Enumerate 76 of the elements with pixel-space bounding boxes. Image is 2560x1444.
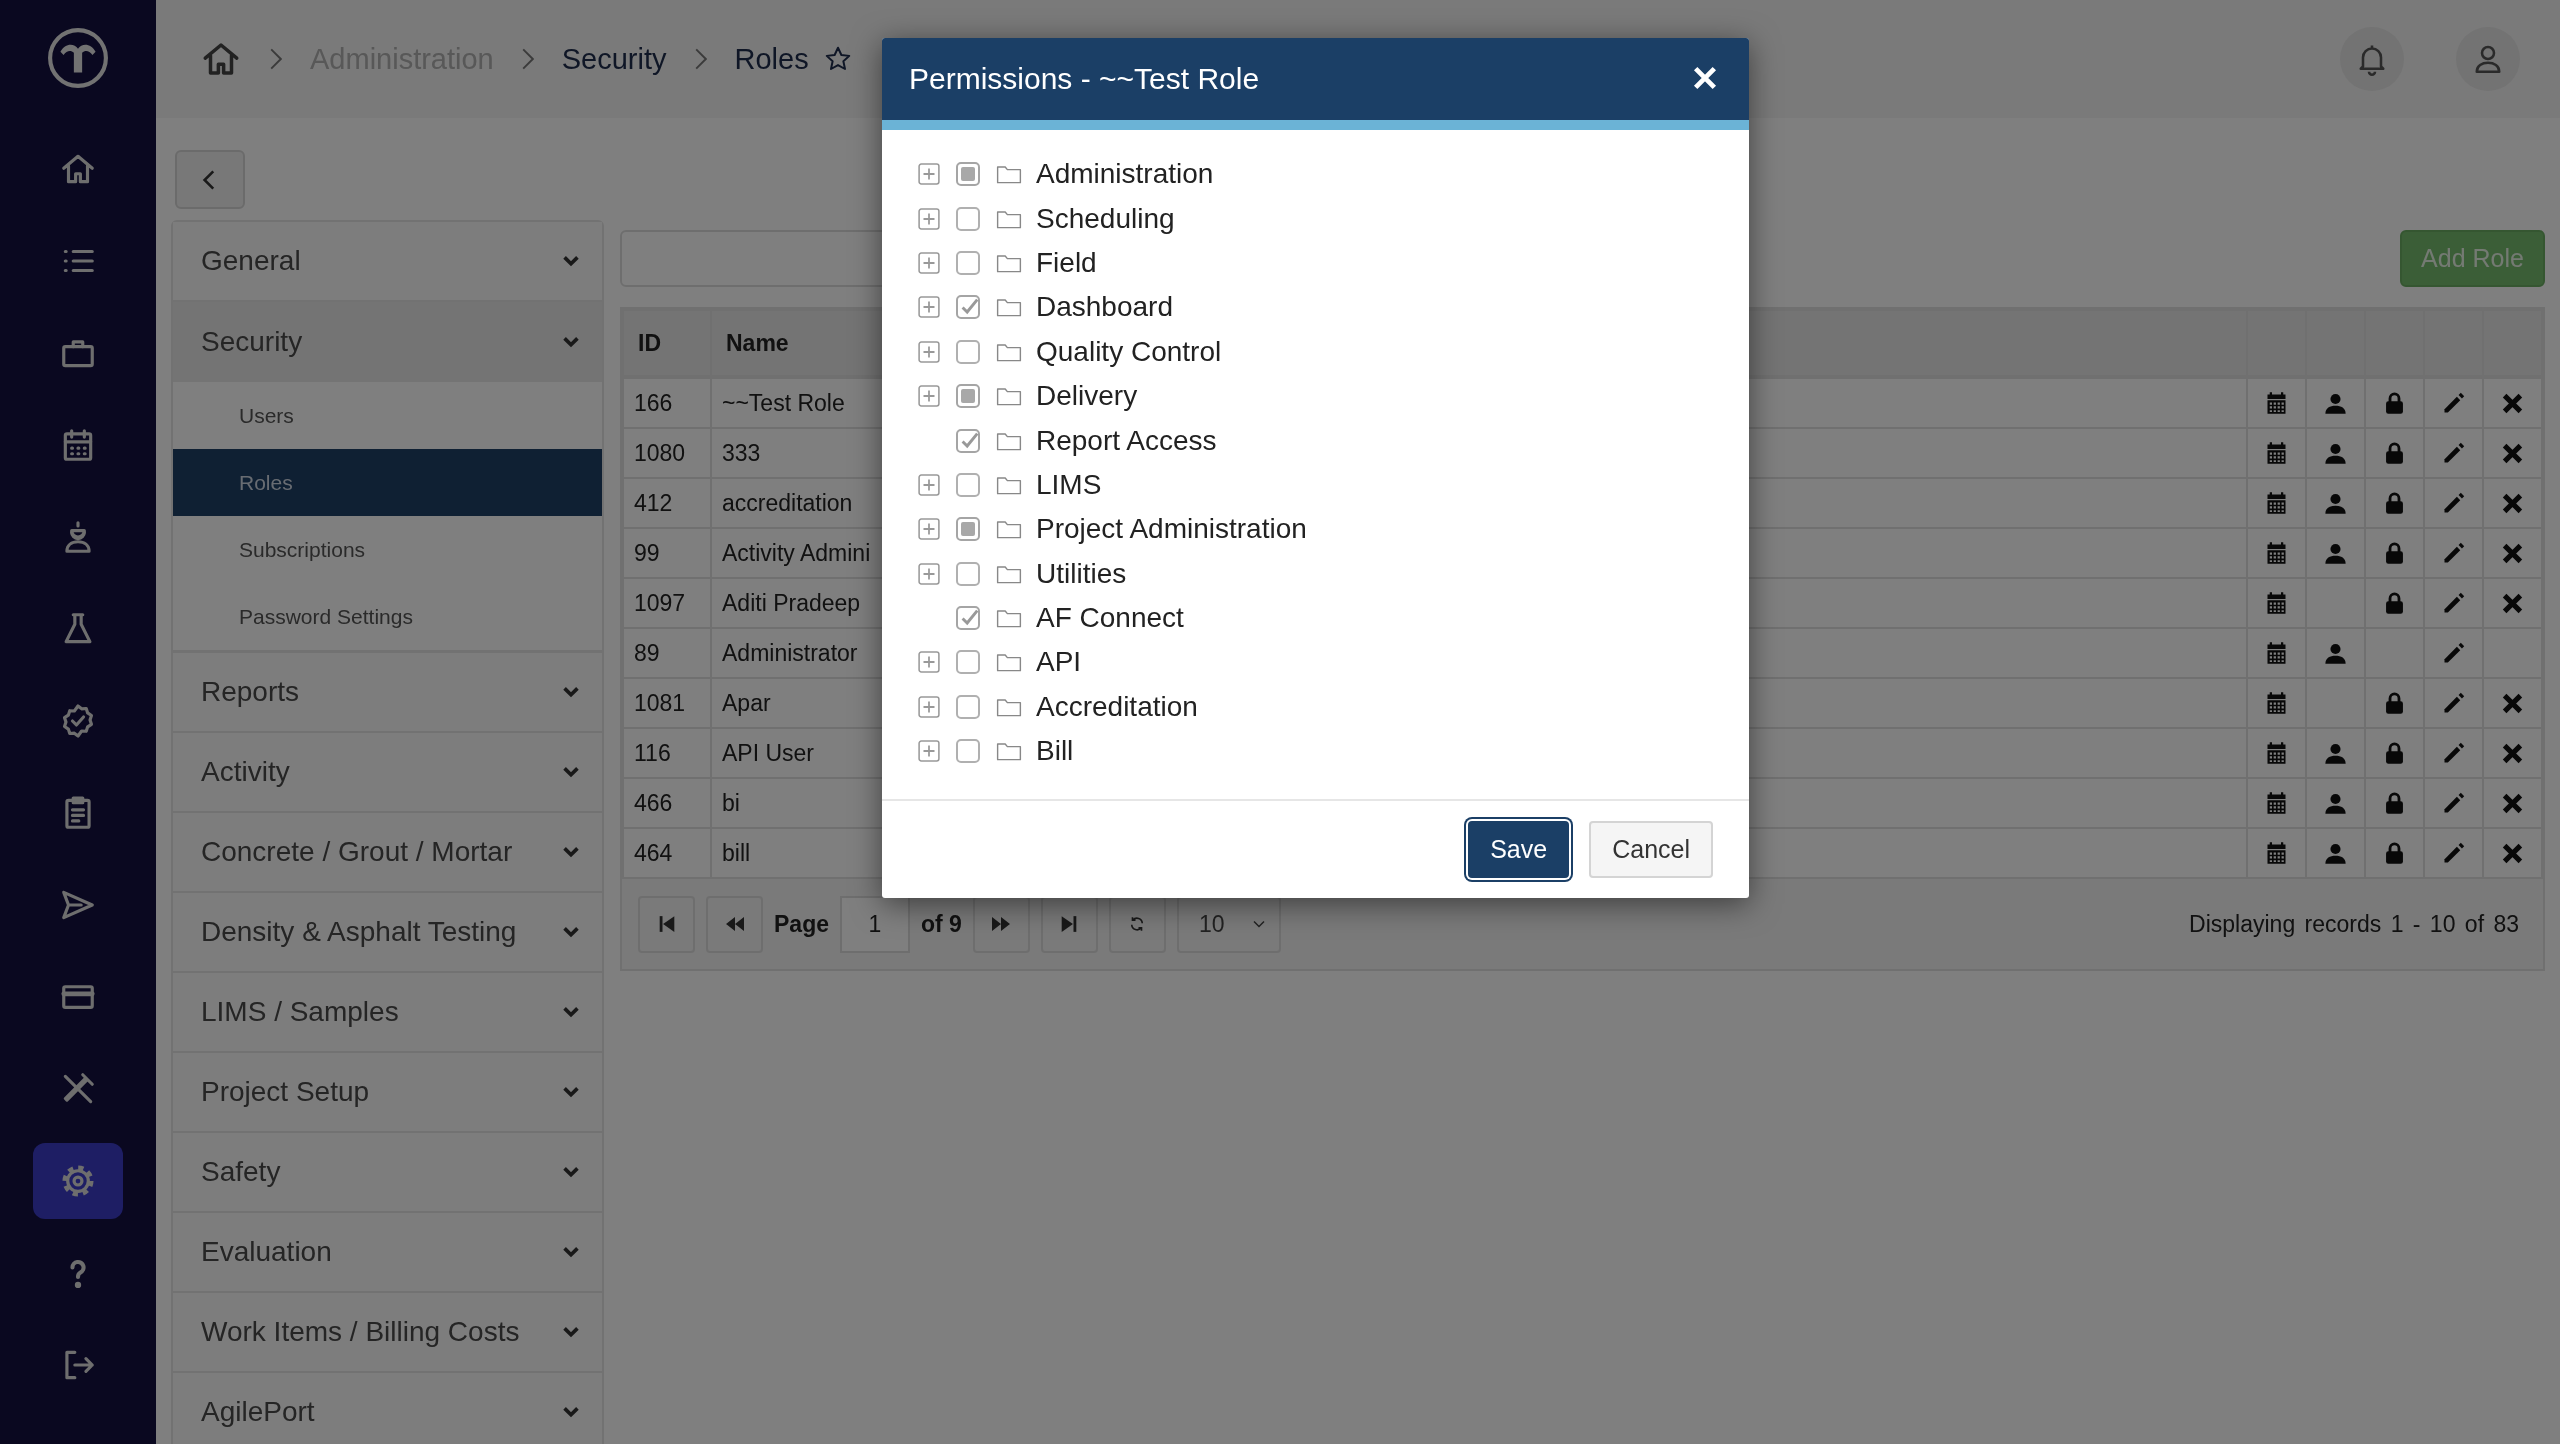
first-page-button[interactable] [638,895,695,953]
chevron-right-icon [521,48,534,70]
table-cell: 464 [623,828,711,878]
checkbox[interactable] [956,606,980,631]
breadcrumb-link[interactable]: Roles [734,42,809,76]
tree-item-label[interactable]: Accreditation [1036,690,1198,723]
folder-icon [996,607,1022,630]
expand-icon[interactable] [918,340,940,363]
table-cell: 412 [623,478,711,528]
tree-item-label[interactable]: API [1036,646,1082,679]
table-cell: 1097 [623,578,711,628]
tree-item-label[interactable]: Quality Control [1036,335,1222,368]
last-page-button[interactable] [1040,895,1098,953]
table-cell: 466 [623,778,711,828]
folder-icon [996,385,1022,408]
page-count: of 9 [921,910,962,938]
checkbox[interactable] [956,650,980,675]
accordion-header[interactable]: General [173,222,602,302]
table-cell: 1080 [623,428,711,478]
checkbox[interactable] [956,694,980,719]
table-cell: 116 [623,728,711,778]
expand-icon[interactable] [918,163,940,186]
checkbox[interactable] [956,384,980,409]
column-header: ID [623,310,711,377]
checkbox[interactable] [956,250,980,275]
expand-icon[interactable] [918,251,940,274]
breadcrumb-link[interactable]: Security [561,42,667,76]
fast-forward-icon [991,915,1012,933]
previous-page-button[interactable] [706,895,763,953]
chevron-right-icon [270,48,282,70]
tree-item-label[interactable]: Scheduling [1036,202,1175,235]
records-summary: Displaying records 1 - 10 of 83 [2189,910,2519,938]
checkbox[interactable] [956,206,980,231]
expand-icon[interactable] [918,695,940,718]
folder-icon [996,163,1022,186]
expand-icon[interactable] [918,651,940,674]
table-cell: 166 [623,377,711,428]
expand-icon[interactable] [918,296,940,319]
refresh-button[interactable] [1108,895,1166,953]
chevron-right-icon [694,48,707,70]
expand-icon[interactable] [918,385,940,408]
expand-icon[interactable] [918,562,940,585]
checkbox[interactable] [956,295,980,320]
accordion-header[interactable]: Security [173,302,602,382]
page-size-select[interactable]: 10 [1176,895,1281,953]
folder-icon [996,651,1022,674]
checkbox[interactable] [956,739,980,764]
checkbox[interactable] [956,162,980,187]
checkbox[interactable] [956,561,980,586]
checkbox[interactable] [956,339,980,364]
table-cell: 89 [623,628,711,678]
expand-icon[interactable] [918,473,940,496]
checkbox[interactable] [956,428,980,453]
logo-icon [47,27,109,89]
nav-item[interactable] [33,1143,123,1219]
page-number-field[interactable]: 1 [840,895,910,953]
folder-icon [996,518,1022,541]
folder-icon [996,296,1022,319]
next-page-button[interactable] [972,895,1030,953]
cancel-button[interactable]: Cancel [1589,821,1713,878]
tree-item-label[interactable]: Bill [1036,735,1074,768]
expand-icon[interactable] [918,740,940,763]
tree-item-label[interactable]: Delivery [1036,380,1138,413]
tree-item-label[interactable]: Administration [1036,158,1214,191]
folder-icon [996,740,1022,763]
tree-item-label[interactable]: Field [1036,246,1097,279]
expand-icon[interactable] [918,207,940,230]
table-cell: 99 [623,528,711,578]
expand-icon[interactable] [918,518,940,541]
checkbox[interactable] [956,472,980,497]
sidebar-item[interactable]: Roles [173,449,602,516]
dialog-title: Permissions - ~~Test Role [909,62,1261,96]
table-cell: 1081 [623,678,711,728]
rewind-icon [724,915,745,933]
checkbox[interactable] [956,517,980,542]
page-label: Page [774,910,829,938]
